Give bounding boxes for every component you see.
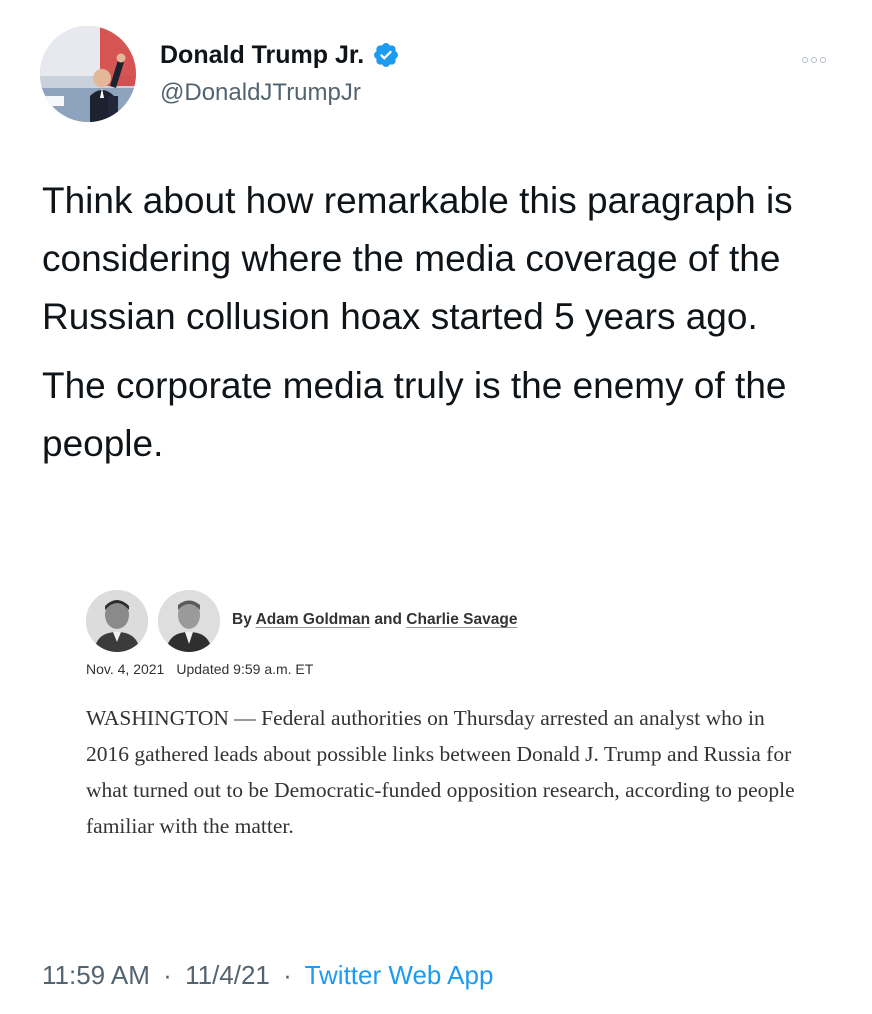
more-options-icon-dot bbox=[820, 57, 826, 63]
source-link[interactable]: Twitter Web App bbox=[305, 960, 494, 990]
article-body: WASHINGTON — Federal authorities on Thur… bbox=[86, 706, 795, 838]
tweet-date[interactable]: 11/4/21 bbox=[185, 960, 270, 990]
display-name[interactable]: Donald Trump Jr. bbox=[160, 40, 364, 70]
author-link: Charlie Savage bbox=[406, 611, 518, 628]
article-updated: Updated 9:59 a.m. ET bbox=[176, 661, 314, 677]
handle[interactable]: @DonaldJTrumpJr bbox=[160, 78, 361, 108]
author-photo bbox=[86, 590, 148, 652]
verified-badge-icon bbox=[372, 41, 400, 69]
more-options-button[interactable] bbox=[798, 50, 830, 70]
author-name-row[interactable]: Donald Trump Jr. bbox=[160, 40, 400, 70]
article-date: Nov. 4, 2021 bbox=[86, 661, 165, 677]
profile-photo-icon bbox=[40, 26, 136, 122]
byline-prefix: By bbox=[232, 611, 252, 628]
more-options-icon bbox=[802, 57, 808, 63]
tweet-paragraph: The corporate media truly is the enemy o… bbox=[42, 365, 787, 464]
avatar[interactable] bbox=[40, 26, 136, 122]
byline-joiner: and bbox=[374, 611, 402, 628]
more-options-icon-dot bbox=[811, 57, 817, 63]
tweet-media-image[interactable]: By Adam Goldman and Charlie Savage Nov. … bbox=[82, 578, 802, 898]
author-link: Adam Goldman bbox=[255, 611, 371, 628]
tweet-header: Donald Trump Jr. @DonaldJTrumpJr bbox=[40, 26, 840, 122]
byline: By Adam Goldman and Charlie Savage bbox=[232, 609, 517, 631]
separator: · bbox=[283, 960, 292, 990]
dateline: Nov. 4, 2021 Updated 9:59 a.m. ET bbox=[86, 660, 313, 678]
tweet-time[interactable]: 11:59 AM bbox=[42, 960, 150, 990]
tweet-paragraph: Think about how remarkable this paragrap… bbox=[42, 180, 793, 337]
tweet-text: Think about how remarkable this paragrap… bbox=[42, 172, 842, 473]
tweet-metadata: 11:59 AM · 11/4/21 · Twitter Web App bbox=[42, 958, 493, 992]
separator: · bbox=[163, 960, 172, 990]
author-photo bbox=[158, 590, 220, 652]
